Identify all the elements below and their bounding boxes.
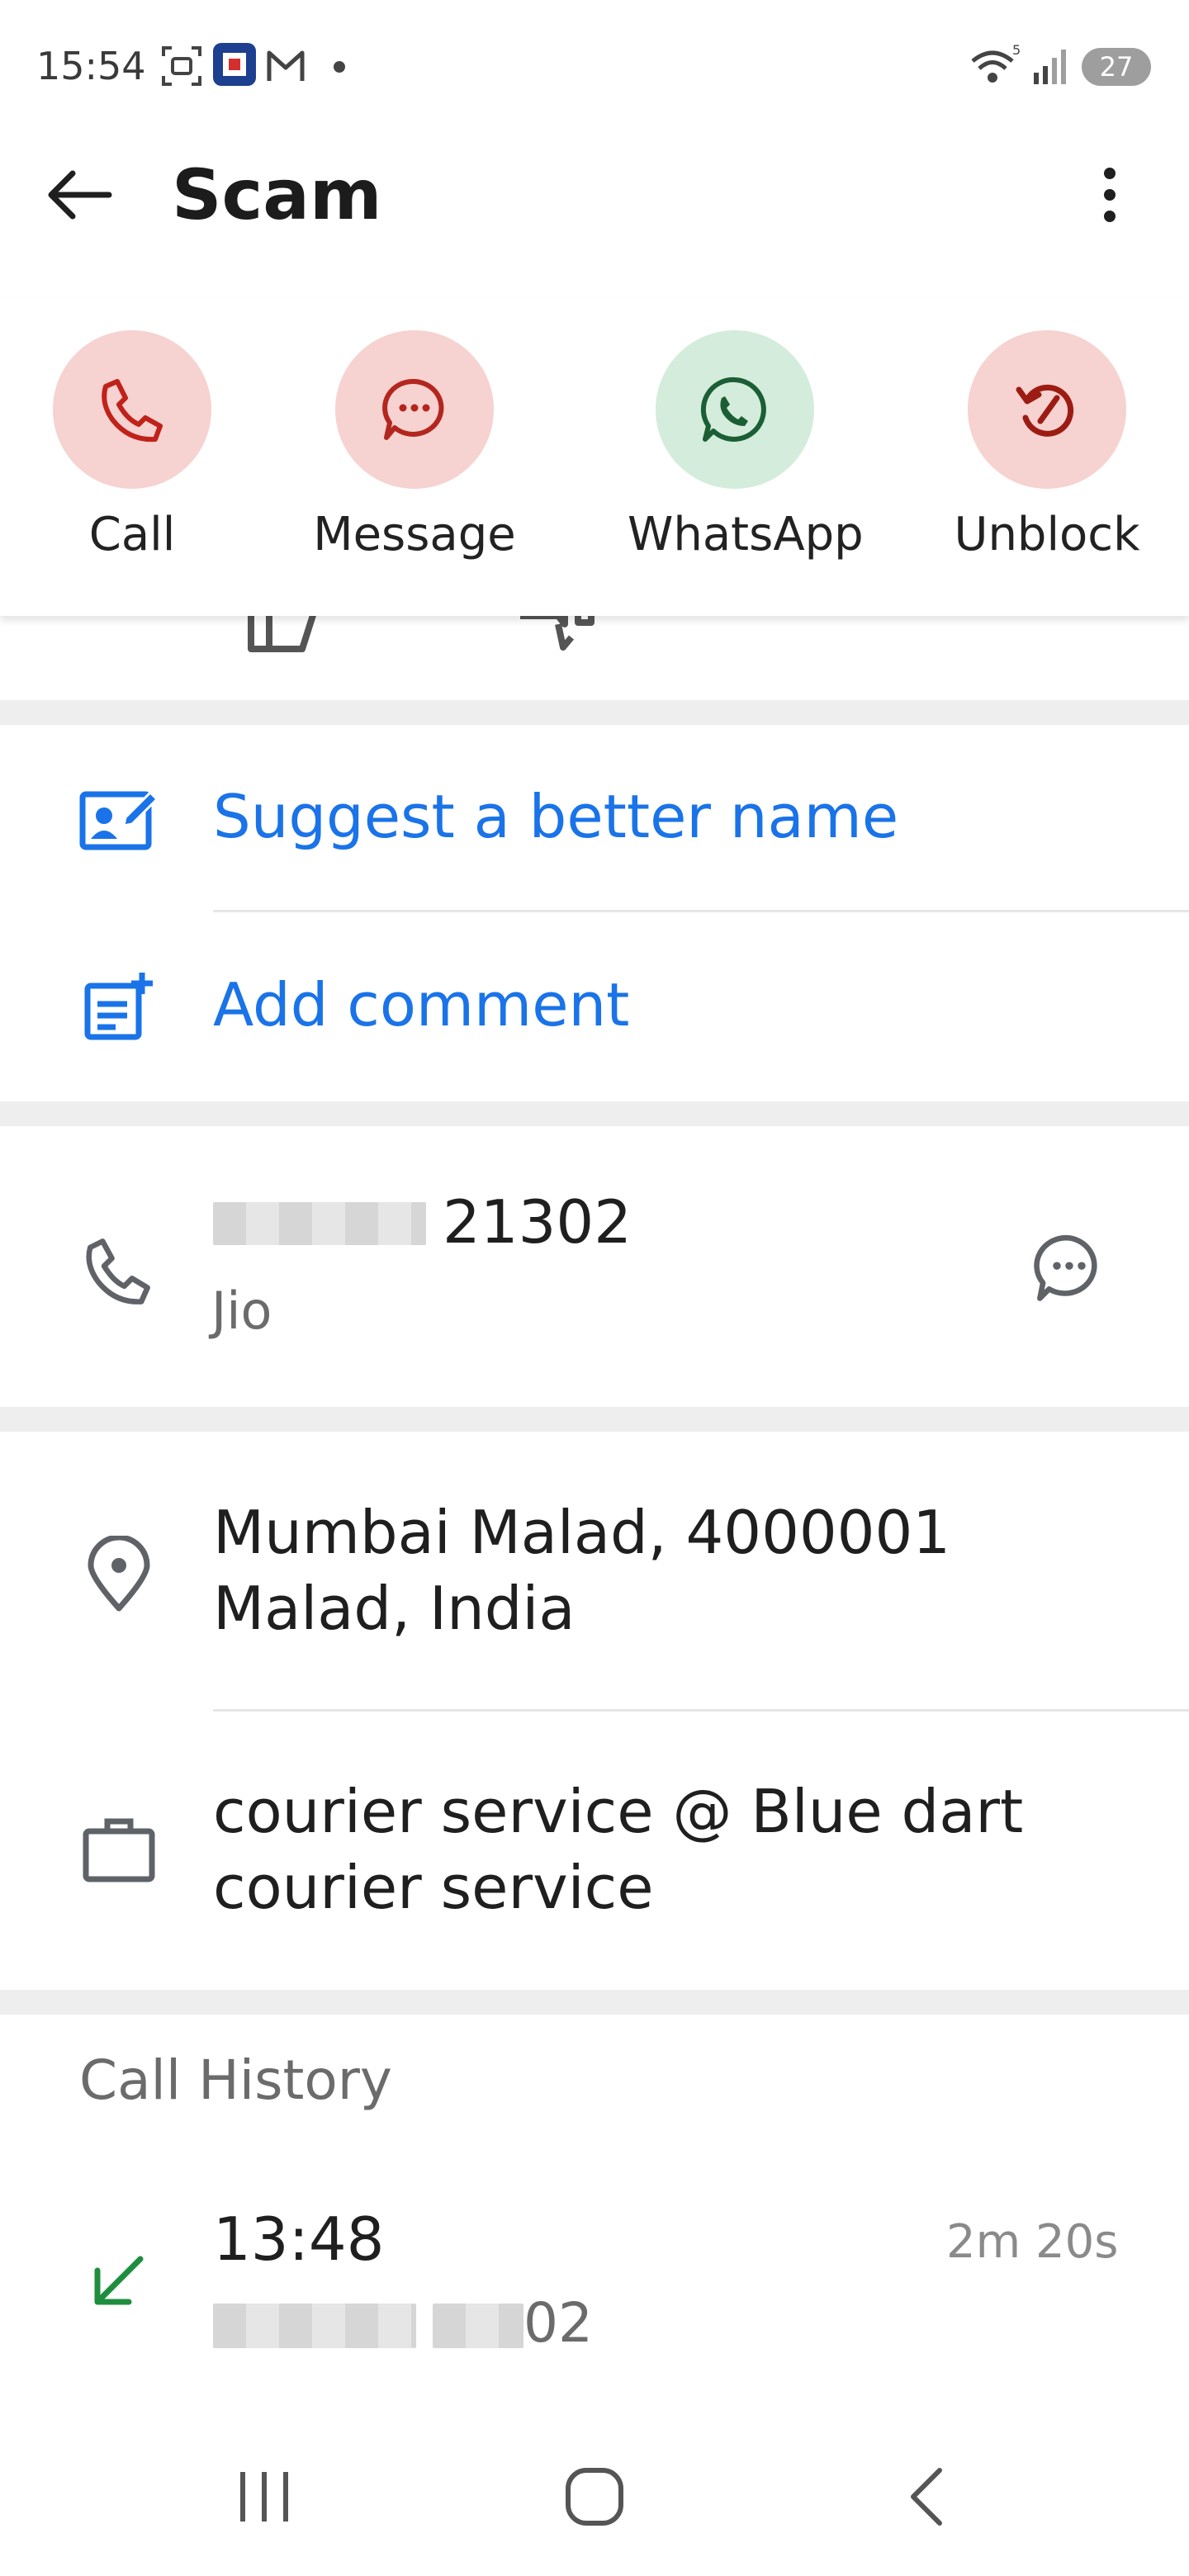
signal-icon <box>1034 50 1066 84</box>
notification-dot-icon <box>334 61 345 73</box>
status-time: 15:54 <box>36 44 146 88</box>
more-vert-icon[interactable] <box>1083 162 1136 228</box>
recents-icon[interactable] <box>234 2464 294 2530</box>
message-button[interactable]: Message <box>307 330 522 578</box>
sms-icon[interactable] <box>1032 1230 1106 1305</box>
message-label: Message <box>313 508 516 561</box>
phone-number[interactable]: 21302 <box>443 1184 632 1260</box>
call-button[interactable]: Call <box>25 330 239 578</box>
arrow-back-icon[interactable] <box>40 162 119 228</box>
whatsapp-label: WhatsApp <box>628 508 864 561</box>
call-label: Call <box>88 508 176 561</box>
call-time[interactable]: 13:48 <box>213 2201 385 2277</box>
divider <box>213 910 1189 912</box>
redacted-number <box>213 1202 426 1245</box>
unblock-button[interactable]: Unblock <box>940 330 1154 578</box>
back-nav-icon[interactable] <box>902 2464 955 2530</box>
location-pin-icon <box>88 1536 150 1612</box>
system-nav-bar <box>0 2427 1189 2576</box>
location-line1: Mumbai Malad, 4000001 <box>213 1498 951 1567</box>
battery-icon: 27 <box>1082 48 1151 86</box>
redacted-number <box>213 2304 416 2348</box>
section-separator <box>0 1101 1189 1126</box>
business-line2: courier service <box>213 1853 654 1922</box>
wifi-icon: 5 <box>971 43 1021 83</box>
carrier-name: Jio <box>211 1281 272 1341</box>
page-title: Scam <box>172 154 382 235</box>
bank-app-icon <box>213 43 256 86</box>
section-separator <box>0 700 1189 725</box>
screenshot-icon <box>162 46 201 86</box>
whatsapp-button[interactable]: WhatsApp <box>628 330 864 578</box>
divider <box>213 1709 1189 1712</box>
phone-icon <box>102 379 163 443</box>
action-bar: Call Message WhatsApp Unblock <box>0 297 1189 616</box>
call-number: 02 <box>523 2291 593 2355</box>
svg-text:5: 5 <box>1012 43 1021 58</box>
phone-outline-icon <box>86 1238 150 1305</box>
redacted-number <box>433 2304 523 2348</box>
call-duration: 2m 20s <box>946 2215 1119 2269</box>
section-separator <box>0 1990 1189 2015</box>
message-icon <box>382 378 444 440</box>
unblock-icon <box>1016 384 1074 437</box>
home-icon[interactable] <box>561 2464 628 2530</box>
edit-contact-icon <box>79 790 159 850</box>
add-comment-link[interactable]: Add comment <box>213 968 629 1042</box>
incoming-call-icon <box>94 2256 144 2305</box>
whatsapp-icon <box>700 376 766 442</box>
suggest-name-link[interactable]: Suggest a better name <box>213 779 898 854</box>
briefcase-icon <box>83 1818 155 1882</box>
location-line2: Malad, India <box>213 1574 576 1643</box>
section-separator <box>0 1407 1189 1432</box>
unblock-label: Unblock <box>954 508 1140 561</box>
add-note-icon <box>84 973 153 1040</box>
business-line1: courier service @ Blue dart <box>213 1777 1024 1846</box>
call-history-heading: Call History <box>79 2048 392 2112</box>
gmail-icon <box>267 50 305 81</box>
